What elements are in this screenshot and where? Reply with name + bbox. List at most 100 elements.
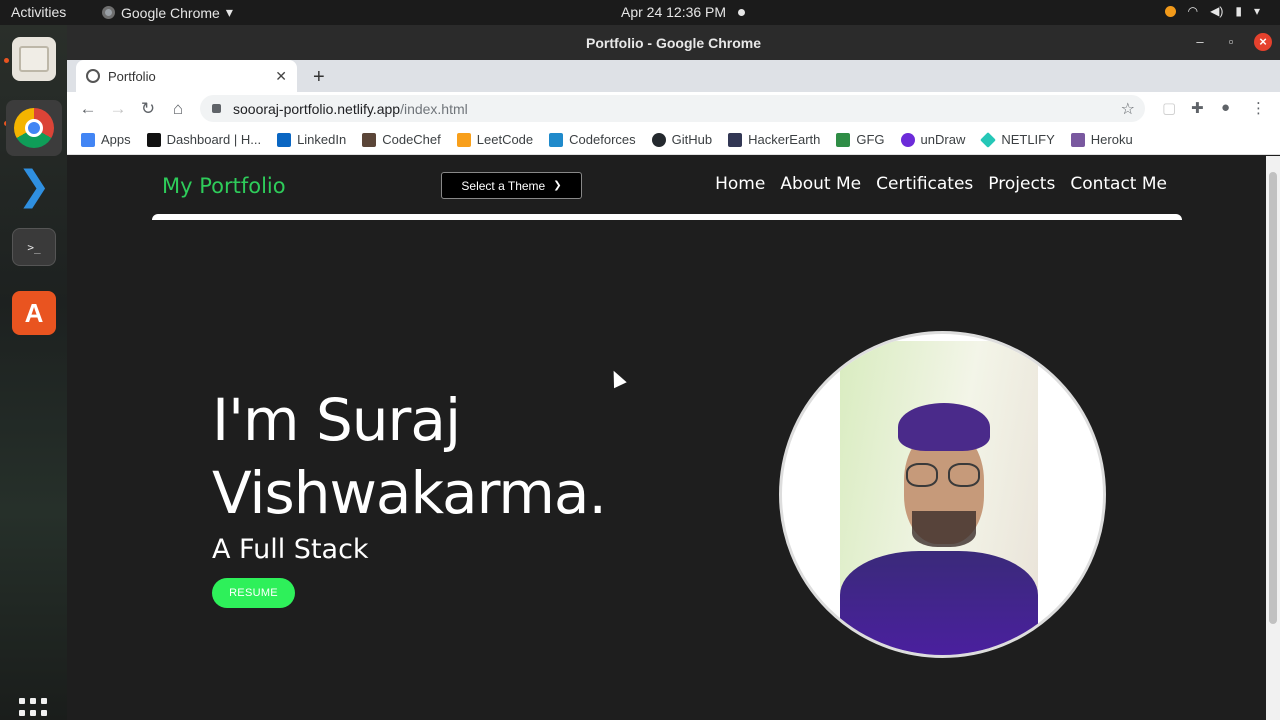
extension-icon[interactable]: ▢ xyxy=(1162,99,1176,117)
heroku-icon xyxy=(1070,132,1085,147)
nav-about-me[interactable]: About Me xyxy=(780,174,861,194)
theme-select-value: Select a Theme xyxy=(461,178,546,193)
vscode-launcher[interactable]: ❯ xyxy=(12,164,56,208)
app-menu-label: Google Chrome xyxy=(121,4,220,21)
close-tab-icon[interactable]: ✕ xyxy=(275,68,287,85)
resume-button[interactable]: RESUME xyxy=(212,578,295,608)
github-icon xyxy=(651,132,666,147)
netlify-icon xyxy=(980,131,997,148)
nav-projects[interactable]: Projects xyxy=(988,174,1055,194)
nav-divider xyxy=(152,214,1182,220)
scrollbar-thumb[interactable] xyxy=(1269,172,1277,624)
chrome-icon xyxy=(102,6,115,19)
bookmark-netlify[interactable]: NETLIFY xyxy=(980,131,1055,148)
software-store-launcher[interactable]: A xyxy=(12,291,56,335)
undraw-icon xyxy=(900,132,915,147)
back-button[interactable]: ← xyxy=(78,99,98,119)
bookmark-label: unDraw xyxy=(920,132,966,147)
codeforces-icon xyxy=(549,132,564,147)
main-nav: Home About Me Certificates Projects Cont… xyxy=(715,174,1167,194)
window-title: Portfolio - Google Chrome xyxy=(586,35,761,51)
profile-photo-image xyxy=(840,341,1038,655)
bookmark-apps[interactable]: Apps xyxy=(81,132,131,147)
hackerearth-icon xyxy=(728,132,743,147)
running-indicator-icon xyxy=(4,58,9,63)
activities-button[interactable]: Activities xyxy=(11,4,66,20)
profile-avatar[interactable]: ● xyxy=(1221,99,1230,116)
extensions-puzzle-icon[interactable]: ✚ xyxy=(1191,99,1204,117)
apps-grid-icon xyxy=(81,132,95,147)
hero-line-1: I'm Suraj xyxy=(212,386,461,454)
clock[interactable]: Apr 24 12:36 PM xyxy=(621,4,726,20)
close-window-button[interactable]: × xyxy=(1254,33,1272,51)
bookmark-label: Apps xyxy=(101,132,131,147)
chevron-down-icon: ❯ xyxy=(553,180,562,191)
home-button[interactable]: ⌂ xyxy=(168,99,188,119)
brand-logo[interactable]: My Portfolio xyxy=(162,174,286,198)
bookmark-github[interactable]: GitHub xyxy=(651,132,713,147)
url-host: soooraj-portfolio.netlify.app xyxy=(233,100,401,117)
system-tray[interactable]: ◠ ◀) ▮ ▾ xyxy=(1164,4,1260,18)
window-titlebar: Portfolio - Google Chrome – ▫ × xyxy=(67,25,1280,60)
browser-toolbar: ← → ↻ ⌂ soooraj-portfolio.netlify.app/in… xyxy=(67,92,1280,125)
gfg-icon xyxy=(836,132,851,147)
menu-kebab-icon[interactable]: ⋮ xyxy=(1251,99,1266,117)
tab-strip: Portfolio ✕ + xyxy=(67,60,1280,92)
nav-home[interactable]: Home xyxy=(715,174,765,194)
new-tab-button[interactable]: + xyxy=(313,66,325,89)
chrome-launcher[interactable] xyxy=(6,100,62,156)
url-path: /index.html xyxy=(400,100,468,117)
terminal-launcher[interactable]: >_ xyxy=(12,228,56,266)
theme-select[interactable]: Select a Theme ❯ xyxy=(441,172,582,199)
profile-photo xyxy=(779,331,1106,658)
nav-contact-me[interactable]: Contact Me xyxy=(1070,174,1167,194)
system-top-bar: Activities Google Chrome ▾ Apr 24 12:36 … xyxy=(0,0,1280,25)
tab-portfolio[interactable]: Portfolio ✕ xyxy=(76,60,297,92)
terminal-icon: >_ xyxy=(27,240,41,254)
update-indicator-icon xyxy=(1164,5,1176,17)
hero-line-2: Vishwakarma. xyxy=(212,459,607,527)
linkedin-icon xyxy=(277,132,292,147)
forward-button[interactable]: → xyxy=(108,99,128,119)
page-scrollbar[interactable] xyxy=(1266,156,1280,720)
bookmark-label: Codeforces xyxy=(569,132,636,147)
address-bar[interactable]: soooraj-portfolio.netlify.app/index.html… xyxy=(200,95,1145,122)
bookmark-label: Dashboard | H... xyxy=(166,132,262,147)
app-menu[interactable]: Google Chrome ▾ xyxy=(102,4,233,21)
lock-icon[interactable] xyxy=(212,104,221,113)
bookmark-codechef[interactable]: CodeChef xyxy=(362,132,441,147)
dock: ❯ >_ A xyxy=(0,25,67,720)
bookmark-label: Heroku xyxy=(1090,132,1133,147)
leetcode-icon xyxy=(456,132,471,147)
bookmark-undraw[interactable]: unDraw xyxy=(900,132,966,147)
bookmark-label: GFG xyxy=(856,132,885,147)
folder-icon xyxy=(19,46,49,72)
reload-button[interactable]: ↻ xyxy=(138,99,158,119)
files-launcher[interactable] xyxy=(12,37,56,81)
battery-icon: ▮ xyxy=(1235,4,1242,18)
page-viewport: My Portfolio Select a Theme ❯ Home About… xyxy=(67,156,1266,720)
vscode-icon: ❯ xyxy=(17,164,51,208)
bookmark-hackerearth[interactable]: HackerEarth xyxy=(728,132,820,147)
globe-icon xyxy=(86,69,100,83)
bookmark-label: GitHub xyxy=(671,132,713,147)
bookmark-label: LinkedIn xyxy=(297,132,347,147)
maximize-button[interactable]: ▫ xyxy=(1222,33,1240,51)
hero-subtitle: A Full Stack xyxy=(212,534,369,565)
bookmark-leetcode[interactable]: LeetCode xyxy=(456,132,533,147)
bookmark-dashboard[interactable]: Dashboard | H... xyxy=(146,132,262,147)
nav-certificates[interactable]: Certificates xyxy=(876,174,973,194)
chrome-icon xyxy=(14,108,54,148)
hero-title: I'm Suraj Vishwakarma. xyxy=(212,384,607,530)
bookmark-star-icon[interactable]: ☆ xyxy=(1121,99,1135,119)
codechef-icon xyxy=(362,132,377,147)
minimize-button[interactable]: – xyxy=(1191,33,1209,51)
bookmarks-bar: Apps Dashboard | H... LinkedIn CodeChef … xyxy=(67,125,1280,155)
notification-dot-icon xyxy=(738,9,745,16)
bookmark-linkedin[interactable]: LinkedIn xyxy=(277,132,346,147)
bookmark-heroku[interactable]: Heroku xyxy=(1070,132,1133,147)
bookmark-gfg[interactable]: GFG xyxy=(836,132,885,147)
bookmark-codeforces[interactable]: Codeforces xyxy=(549,132,636,147)
wifi-icon: ◠ xyxy=(1187,4,1199,18)
show-applications-icon[interactable] xyxy=(19,698,49,720)
